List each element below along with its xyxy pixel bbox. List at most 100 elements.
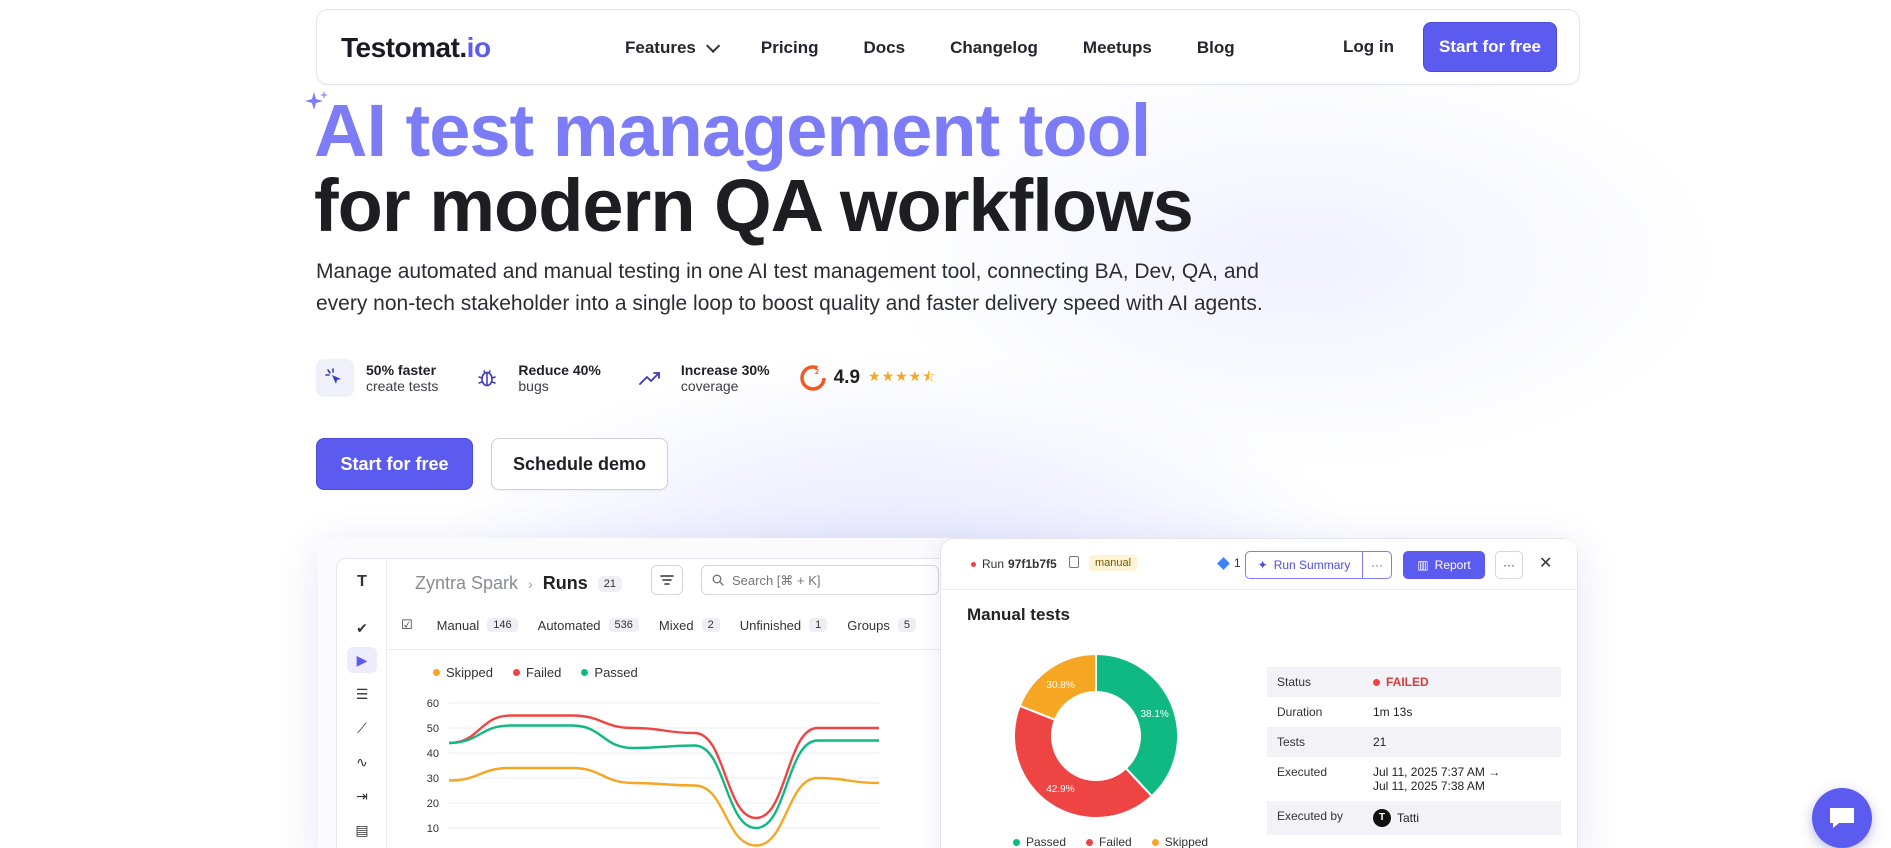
run-details-table: Status FAILED Duration 1m 13s Tests 21 Exec… (1267, 667, 1561, 835)
legend-passed: Passed (581, 665, 638, 680)
side-rail: T ✔ ▶ ☰ ⟋ ∿ ⇥ ▤ (337, 559, 387, 848)
svg-text:2: 2 (815, 369, 819, 376)
list-check-icon[interactable]: ☰ (347, 681, 377, 707)
panel-title: Manual tests (967, 605, 1070, 624)
avatar: T (1373, 809, 1391, 827)
stat-bugs: Reduce 40% bugs (468, 359, 601, 397)
nav-meetups[interactable]: Meetups (1083, 38, 1152, 58)
nav-pricing[interactable]: Pricing (761, 38, 819, 58)
tab-manual[interactable]: Manual 146 (437, 618, 518, 633)
filter-button[interactable] (651, 565, 683, 595)
nav-changelog[interactable]: Changelog (950, 38, 1038, 58)
login-link[interactable]: Log in (1343, 37, 1394, 57)
detail-row-executed-by: Executed by T Tatti (1267, 801, 1561, 835)
run-count: 1 (1217, 556, 1241, 570)
manual-tag: manual (1089, 555, 1138, 571)
search-icon (712, 574, 724, 586)
g2-rating[interactable]: 2 4.9 ★★★★⯪ (799, 365, 937, 391)
status-badge: FAILED (1386, 675, 1429, 689)
tab-mixed[interactable]: Mixed 2 (659, 618, 720, 633)
nav-blog[interactable]: Blog (1197, 38, 1235, 58)
chat-button[interactable] (1812, 788, 1872, 848)
y-tick-label: 20 (427, 798, 439, 810)
bug-icon (468, 359, 506, 397)
breadcrumb-project[interactable]: Zyntra Spark (415, 573, 518, 594)
y-tick-label: 60 (427, 698, 439, 710)
hero-stats: 50% faster create tests Reduce 40% bugs In… (316, 356, 936, 400)
y-tick-label: 40 (427, 748, 439, 760)
close-icon[interactable]: ✕ (1539, 553, 1552, 573)
steps-icon[interactable]: ⟋ (347, 715, 377, 741)
slice-label: 30.8% (1046, 680, 1074, 691)
schedule-demo-button[interactable]: Schedule demo (491, 438, 668, 490)
filter-icon (660, 575, 674, 585)
tab-groups[interactable]: Groups 5 (847, 618, 917, 633)
detail-row-executed: Executed Jul 11, 2025 7:37 AM → Jul 11, 20… (1277, 765, 1501, 793)
legend-skipped: Skipped (433, 665, 493, 680)
nav-links: Features Pricing Docs Changelog Meetups … (625, 10, 1280, 86)
analytics-icon[interactable]: ▤ (347, 817, 377, 843)
tab-automated[interactable]: Automated 536 (538, 618, 639, 633)
y-tick-label: 10 (427, 823, 439, 835)
run-summary-button[interactable]: ✦ Run Summary (1245, 551, 1363, 579)
y-tick-label: 50 (427, 723, 439, 735)
import-icon[interactable]: ⇥ (347, 783, 377, 809)
legend-failed: Failed (1086, 835, 1132, 848)
cursor-sparkle-icon (316, 359, 354, 397)
status-dot-icon (971, 561, 976, 567)
runs-play-icon[interactable]: ▶ (347, 647, 377, 673)
copy-icon[interactable] (1069, 556, 1079, 568)
donut-legend: Passed Failed Skipped (1013, 835, 1228, 848)
series-line-skipped (448, 766, 880, 847)
tab-unfinished[interactable]: Unfinished 1 (740, 618, 828, 633)
hero-start-button[interactable]: Start for free (316, 438, 473, 490)
manual-tests-donut: 38.1% 42.9% 30.8% (1013, 652, 1179, 819)
breadcrumb: Zyntra Spark › Runs 21 (415, 573, 622, 594)
nav-features[interactable]: Features (625, 38, 721, 58)
legend-passed: Passed (1013, 835, 1066, 848)
g2-logo-icon: 2 (799, 365, 826, 391)
chevron-right-icon: › (528, 575, 533, 592)
app-preview: T ✔ ▶ ☰ ⟋ ∿ ⇥ ▤ Zyntra Spark › Runs 21 ☑… (318, 538, 1578, 848)
hero-subtitle: Manage automated and manual testing in o… (316, 260, 1263, 315)
summary-more-button[interactable]: ··· (1362, 551, 1392, 579)
panel-more-button[interactable]: ··· (1495, 551, 1523, 579)
detail-row-tests: Tests 21 (1267, 727, 1561, 757)
stat-faster: 50% faster create tests (316, 359, 438, 397)
rating-value: 4.9 (833, 367, 861, 388)
hero-title-line1: AI test management tool (314, 89, 1151, 172)
legend-failed: Failed (512, 665, 561, 680)
chat-icon (1830, 808, 1854, 828)
slice-label: 42.9% (1046, 784, 1074, 795)
series-line-passed (448, 724, 879, 830)
runs-tabs: ☑ Manual 146 Automated 536 Mixed 2 Unfinish… (401, 617, 936, 633)
top-navbar: Testomat.io Features Pricing Docs Change… (316, 9, 1580, 85)
app-logo-icon[interactable]: T (347, 569, 377, 595)
slice-passed (1095, 652, 1179, 798)
hero-title-line2: for modern QA workflows (314, 164, 1194, 247)
search-box[interactable] (701, 565, 939, 595)
search-input[interactable] (732, 572, 922, 588)
run-header: Run 97f1b7f5 manual 1 ✦ Run Summary ··· ▥ R… (941, 539, 1578, 590)
runs-line-chart: 0102030405060 (427, 698, 880, 847)
nav-start-button[interactable]: Start for free (1423, 22, 1557, 72)
nav-docs[interactable]: Docs (864, 38, 906, 58)
chevron-down-icon (705, 38, 721, 53)
stat-coverage: Increase 30% coverage (631, 359, 770, 397)
report-button[interactable]: ▥ Report (1403, 551, 1485, 579)
trend-up-icon (631, 359, 669, 397)
detail-row-duration: Duration 1m 13s (1277, 705, 1413, 719)
check-icon[interactable]: ✔ (347, 615, 377, 641)
slice-label: 38.1% (1140, 709, 1168, 720)
pulse-icon[interactable]: ∿ (347, 749, 377, 775)
logo[interactable]: Testomat.io (341, 32, 491, 64)
run-detail-panel: Run 97f1b7f5 manual 1 ✦ Run Summary ··· ▥ R… (940, 538, 1578, 848)
y-tick-label: 30 (427, 773, 439, 785)
run-id: Run 97f1b7f5 (971, 557, 1057, 571)
rating-stars-icon: ★★★★⯪ (868, 368, 937, 384)
checklist-icon[interactable]: ☑ (401, 617, 413, 633)
breadcrumb-runs: Runs (542, 573, 588, 593)
legend-skipped: Skipped (1151, 835, 1208, 848)
sparkle-small-icon: ✦ (1257, 558, 1268, 572)
runs-count-badge: 21 (597, 575, 622, 592)
